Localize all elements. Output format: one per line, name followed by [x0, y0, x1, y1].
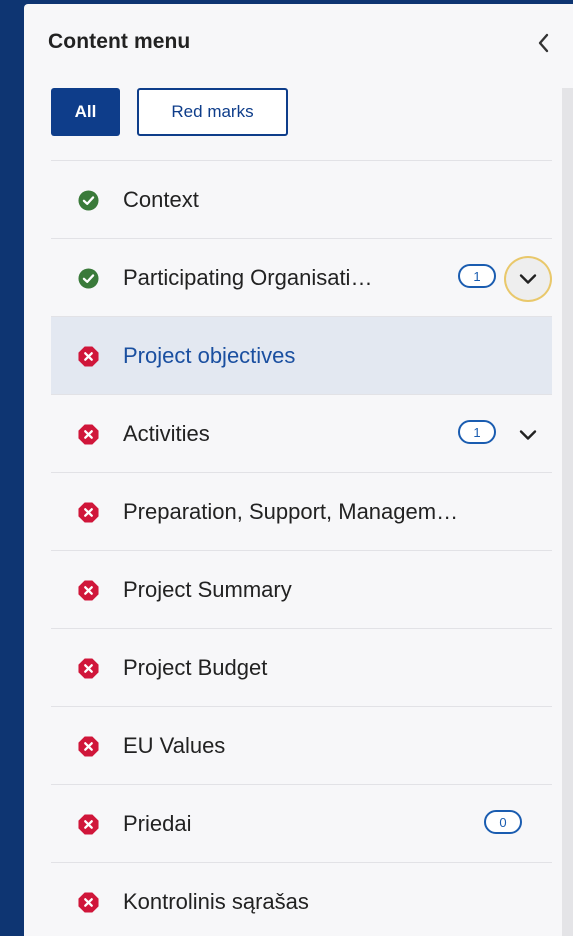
menu-item-label: Preparation, Support, Managem… — [123, 499, 459, 524]
panel-header: Content menu — [24, 4, 573, 78]
check-circle-icon — [78, 268, 99, 289]
error-octagon-icon — [78, 424, 99, 445]
filter-all-button[interactable]: All — [51, 88, 120, 136]
menu-item-5[interactable]: Project Summary — [51, 551, 552, 629]
chevron-left-icon — [538, 33, 549, 53]
expand-button[interactable] — [504, 256, 552, 302]
menu-item-9[interactable]: Kontrolinis sąrašas — [51, 863, 552, 936]
menu-item-6[interactable]: Project Budget — [51, 629, 552, 707]
error-octagon-icon — [78, 892, 99, 913]
expand-button[interactable] — [504, 412, 552, 458]
content-menu-panel: Content menu All Red marks Context Partic… — [24, 4, 573, 936]
error-octagon-icon — [78, 736, 99, 757]
content-menu-list: Context Participating Organisati… 1 Project… — [51, 160, 552, 936]
count-badge: 1 — [458, 264, 496, 288]
error-octagon-icon — [78, 502, 99, 523]
menu-item-3[interactable]: Activities 1 — [51, 395, 552, 473]
menu-item-0[interactable]: Context — [51, 161, 552, 239]
menu-item-2[interactable]: Project objectives — [51, 317, 552, 395]
menu-item-label: Project Budget — [123, 655, 268, 680]
menu-item-label: Project objectives — [123, 343, 296, 368]
check-circle-icon — [78, 190, 99, 211]
chevron-down-icon — [519, 430, 537, 440]
count-badge: 1 — [458, 420, 496, 444]
chevron-down-icon — [519, 274, 537, 284]
menu-item-label: Priedai — [123, 811, 192, 836]
menu-item-label: Kontrolinis sąrašas — [123, 889, 309, 914]
menu-item-label: Project Summary — [123, 577, 292, 602]
error-octagon-icon — [78, 658, 99, 679]
menu-item-label: Context — [123, 187, 199, 212]
menu-item-4[interactable]: Preparation, Support, Managem… — [51, 473, 552, 551]
menu-item-label: Participating Organisati… — [123, 265, 373, 290]
menu-item-1[interactable]: Participating Organisati… 1 — [51, 239, 552, 317]
error-octagon-icon — [78, 580, 99, 601]
count-badge: 0 — [484, 810, 522, 834]
error-octagon-icon — [78, 814, 99, 835]
error-octagon-icon — [78, 346, 99, 367]
scrollbar-track[interactable] — [562, 88, 573, 936]
panel-title: Content menu — [48, 30, 191, 53]
collapse-panel-button[interactable] — [529, 26, 557, 60]
menu-item-label: EU Values — [123, 733, 226, 758]
menu-item-7[interactable]: EU Values — [51, 707, 552, 785]
filter-red-marks-button[interactable]: Red marks — [137, 88, 288, 136]
menu-item-8[interactable]: Priedai 0 — [51, 785, 552, 863]
menu-item-label: Activities — [123, 421, 210, 446]
